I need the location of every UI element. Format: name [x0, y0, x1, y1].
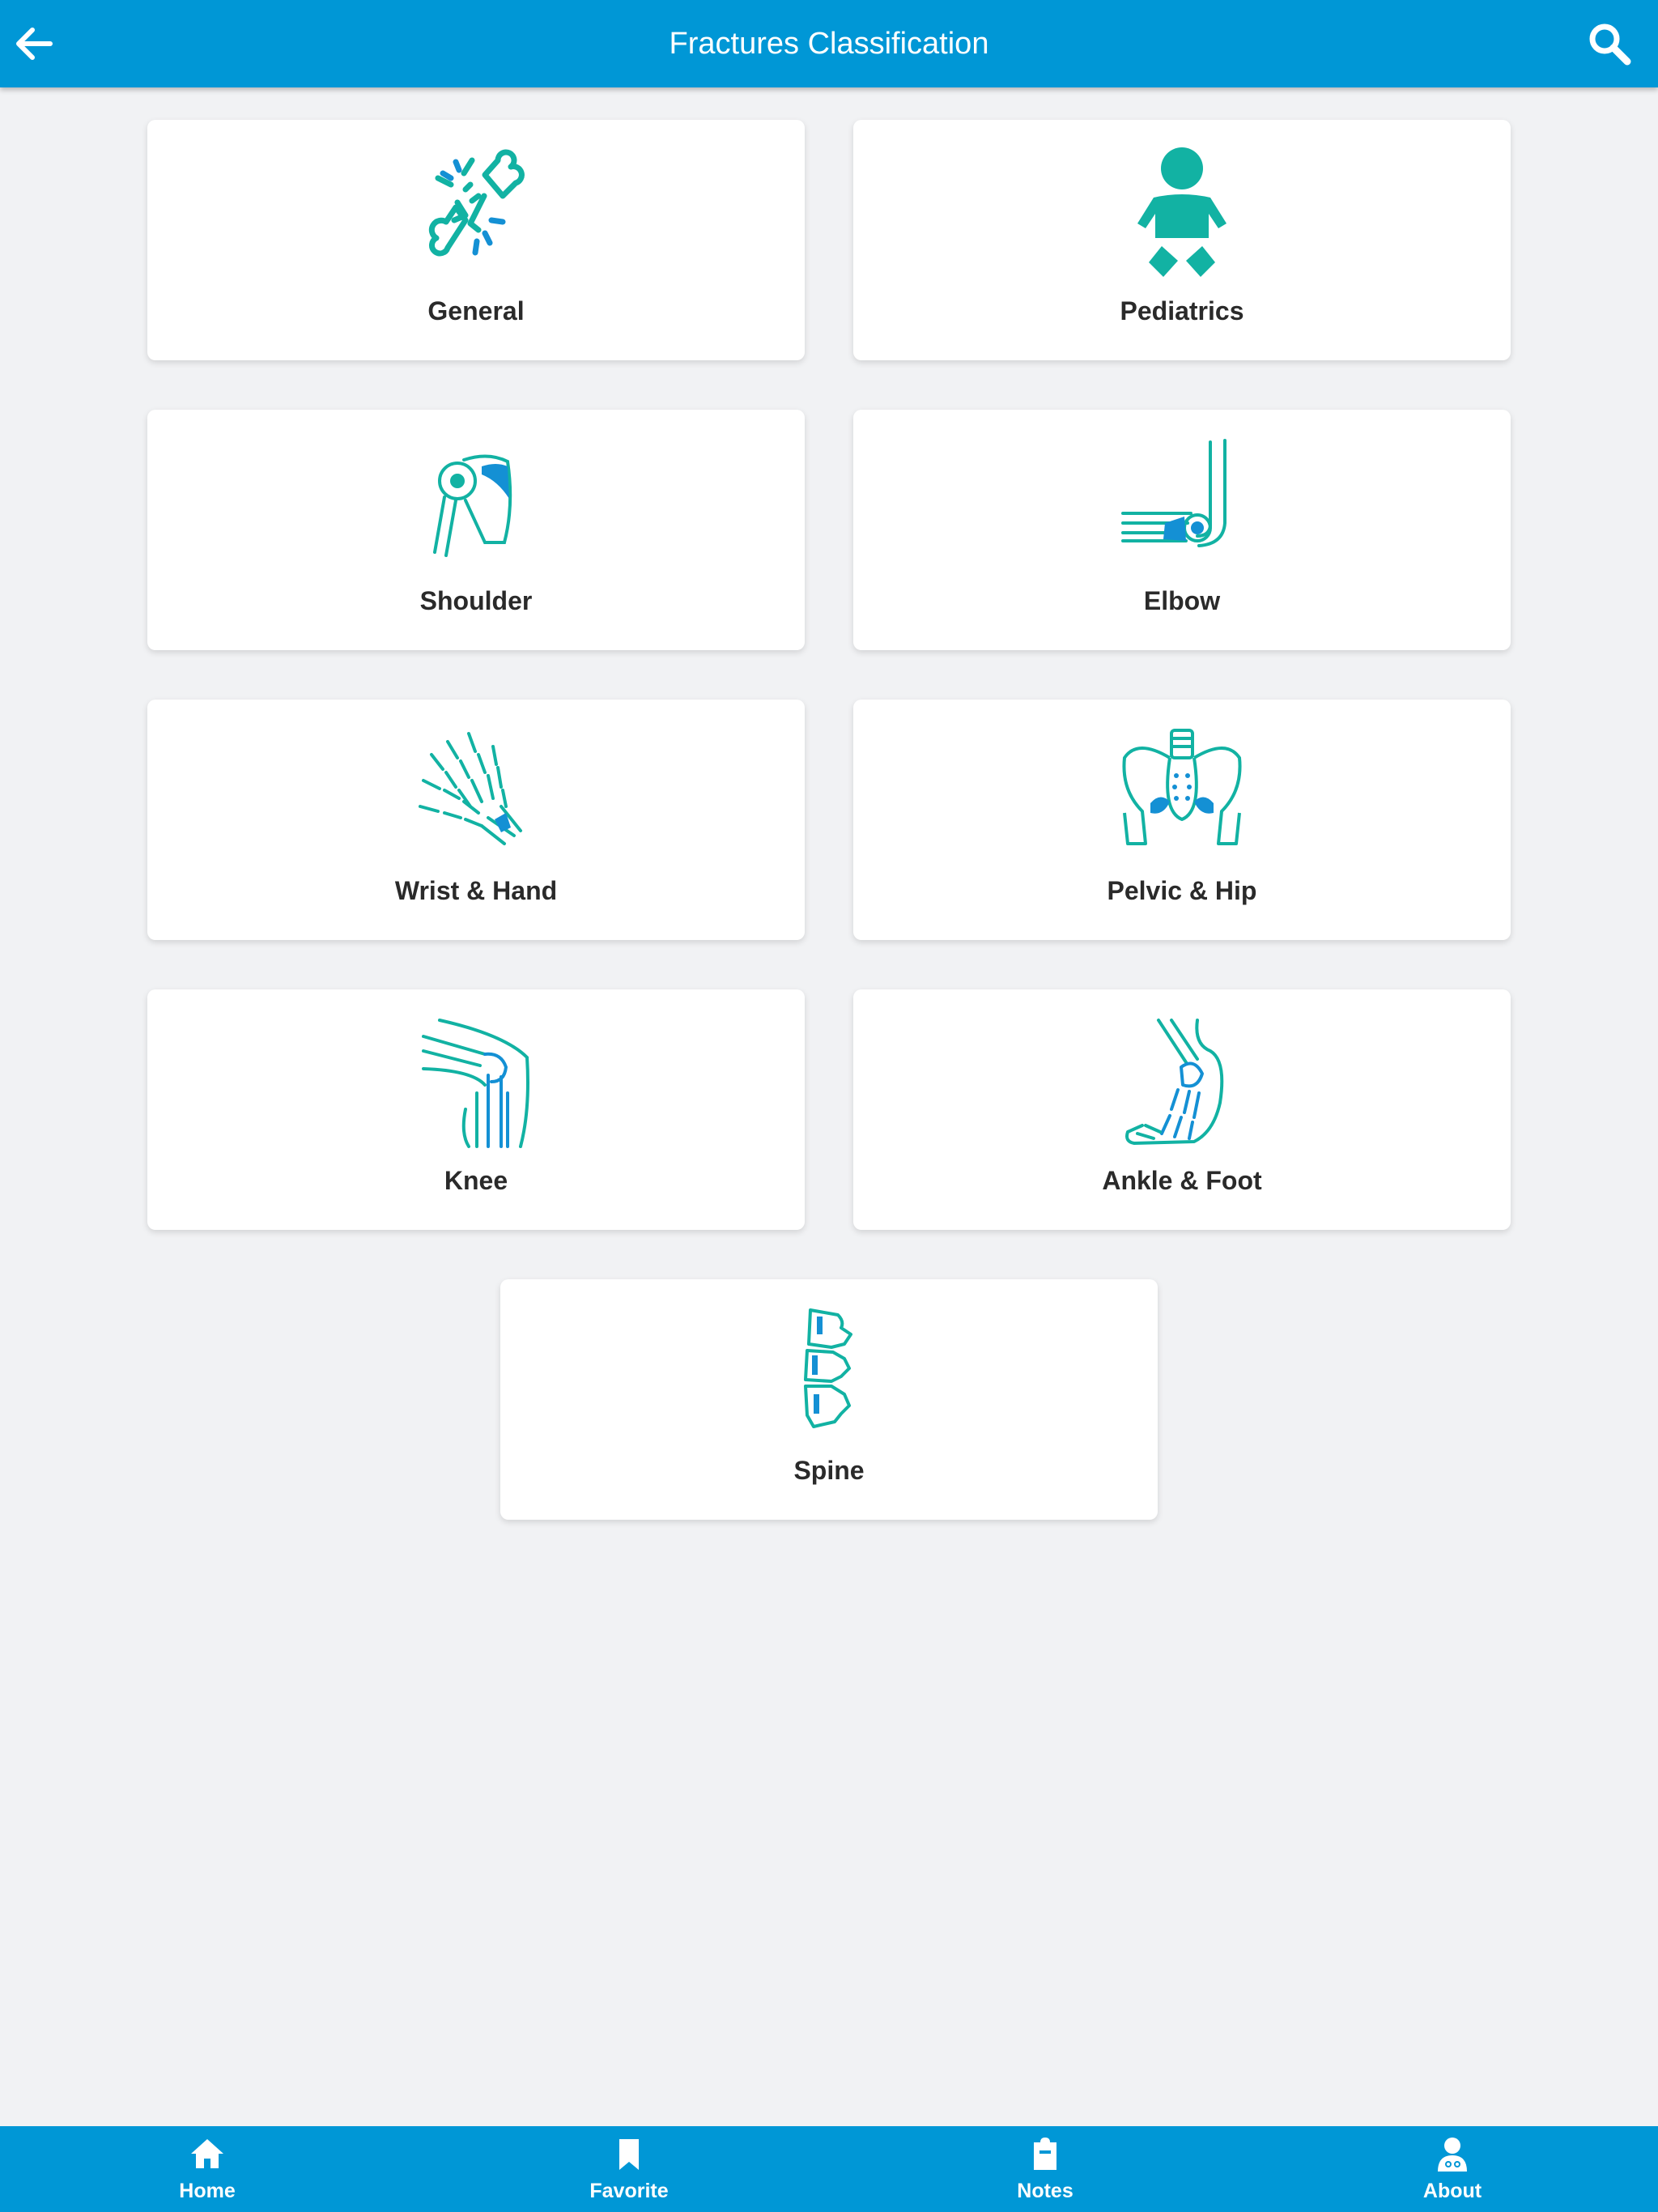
- nav-label: About: [1422, 2180, 1482, 2202]
- nav-label: Favorite: [589, 2180, 669, 2202]
- knee-joint-icon: [422, 1019, 529, 1148]
- page-title: Fractures Classification: [669, 27, 989, 61]
- category-card-ankle-foot[interactable]: Ankle & Foot: [853, 989, 1511, 1230]
- category-label: Elbow: [1143, 586, 1221, 615]
- spine-icon: [804, 1308, 852, 1428]
- nav-favorite[interactable]: Favorite: [548, 2126, 710, 2212]
- category-label: Pediatrics: [1120, 296, 1244, 325]
- category-label: Shoulder: [419, 586, 533, 615]
- search-icon: [1589, 23, 1631, 66]
- category-label: Wrist & Hand: [394, 876, 558, 905]
- broken-bone-icon: [428, 149, 525, 257]
- category-label: General: [427, 296, 525, 325]
- shoulder-joint-icon: [433, 454, 512, 557]
- nav-about[interactable]: About: [1371, 2126, 1533, 2212]
- app-bar: Fractures Classification: [0, 0, 1658, 87]
- nav-notes[interactable]: Notes: [964, 2126, 1126, 2212]
- nav-home[interactable]: Home: [126, 2126, 288, 2212]
- pelvis-icon: [1122, 729, 1242, 845]
- nav-label: Home: [179, 2180, 236, 2202]
- nav-label: Notes: [1017, 2180, 1073, 2202]
- home-icon: [191, 2139, 223, 2168]
- category-label: Spine: [793, 1456, 865, 1485]
- category-card-pelvic-hip[interactable]: Pelvic & Hip: [853, 700, 1511, 940]
- search-button[interactable]: [1585, 19, 1634, 68]
- category-label: Pelvic & Hip: [1107, 876, 1257, 905]
- baby-icon: [1137, 147, 1226, 277]
- category-card-pediatrics[interactable]: Pediatrics: [853, 120, 1511, 360]
- category-card-general[interactable]: General: [147, 120, 805, 360]
- category-label: Ankle & Foot: [1102, 1166, 1262, 1195]
- doctor-icon: [1438, 2138, 1467, 2172]
- category-card-spine[interactable]: Spine: [500, 1279, 1158, 1520]
- category-card-knee[interactable]: Knee: [147, 989, 805, 1230]
- bottom-navigation: Home Favorite Notes About: [0, 2126, 1658, 2212]
- foot-bones-icon: [1125, 1019, 1224, 1145]
- category-card-elbow[interactable]: Elbow: [853, 410, 1511, 650]
- category-card-wrist-hand[interactable]: Wrist & Hand: [147, 700, 805, 940]
- hand-bones-icon: [419, 732, 522, 845]
- category-label: Knee: [444, 1166, 508, 1195]
- elbow-joint-icon: [1121, 439, 1226, 547]
- category-card-shoulder[interactable]: Shoulder: [147, 410, 805, 650]
- clipboard-icon: [1034, 2138, 1056, 2170]
- bookmark-icon: [619, 2139, 639, 2170]
